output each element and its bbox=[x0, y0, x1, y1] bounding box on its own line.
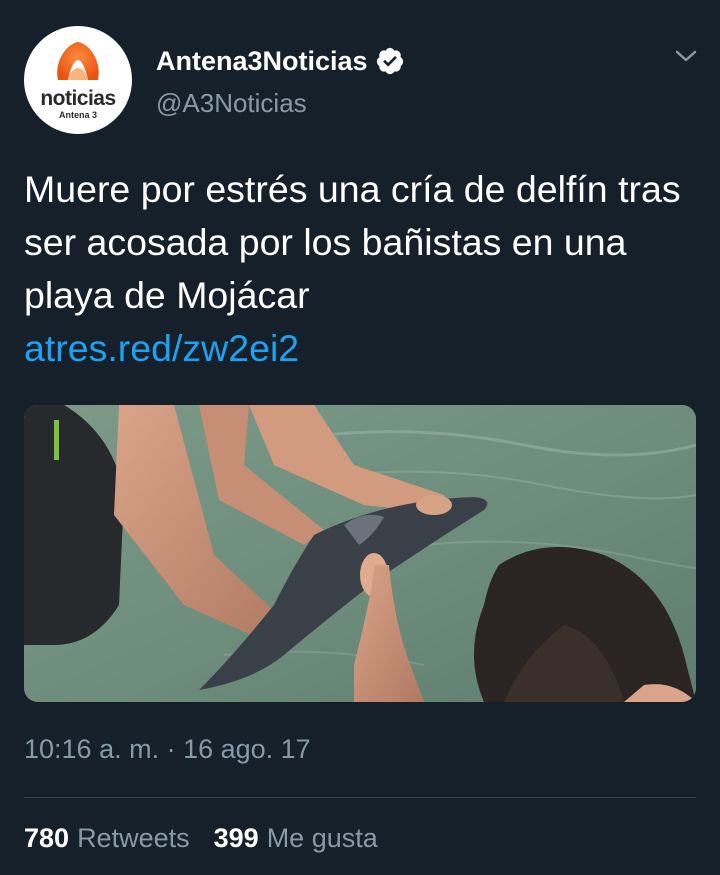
photo-bathers-dolphin-icon bbox=[24, 405, 696, 702]
display-name[interactable]: Antena3Noticias bbox=[156, 46, 368, 77]
tweet-card: noticias Antena 3 Antena3Noticias @A3Not… bbox=[0, 0, 720, 875]
verified-badge-icon bbox=[376, 47, 403, 75]
display-name-row[interactable]: Antena3Noticias bbox=[156, 44, 405, 78]
avatar-brand-text: noticias bbox=[40, 87, 116, 110]
tweet-link[interactable]: atres.red/zw2ei2 bbox=[24, 322, 704, 375]
avatar[interactable]: noticias Antena 3 bbox=[24, 26, 132, 134]
avatar-sub-text: Antena 3 bbox=[58, 110, 97, 120]
tweet-media-photo[interactable] bbox=[24, 405, 696, 702]
likes-stat[interactable]: 399 Me gusta bbox=[214, 823, 378, 854]
likes-label: Me gusta bbox=[266, 823, 378, 853]
divider bbox=[24, 797, 696, 798]
retweets-label: Retweets bbox=[77, 823, 190, 853]
tweet-text: Muere por estrés una cría de delfín tras… bbox=[24, 163, 704, 375]
tweet-timestamp[interactable]: 10:16 a. m. · 16 ago. 17 bbox=[24, 734, 311, 765]
retweets-count: 780 bbox=[24, 823, 70, 853]
user-handle[interactable]: @A3Noticias bbox=[156, 88, 307, 119]
retweets-stat[interactable]: 780 Retweets bbox=[24, 823, 190, 854]
likes-count: 399 bbox=[213, 823, 259, 853]
tweet-body-text: Muere por estrés una cría de delfín tras… bbox=[24, 168, 681, 316]
tweet-stats: 780 Retweets 399 Me gusta bbox=[24, 823, 378, 854]
chevron-down-icon[interactable] bbox=[672, 44, 700, 68]
